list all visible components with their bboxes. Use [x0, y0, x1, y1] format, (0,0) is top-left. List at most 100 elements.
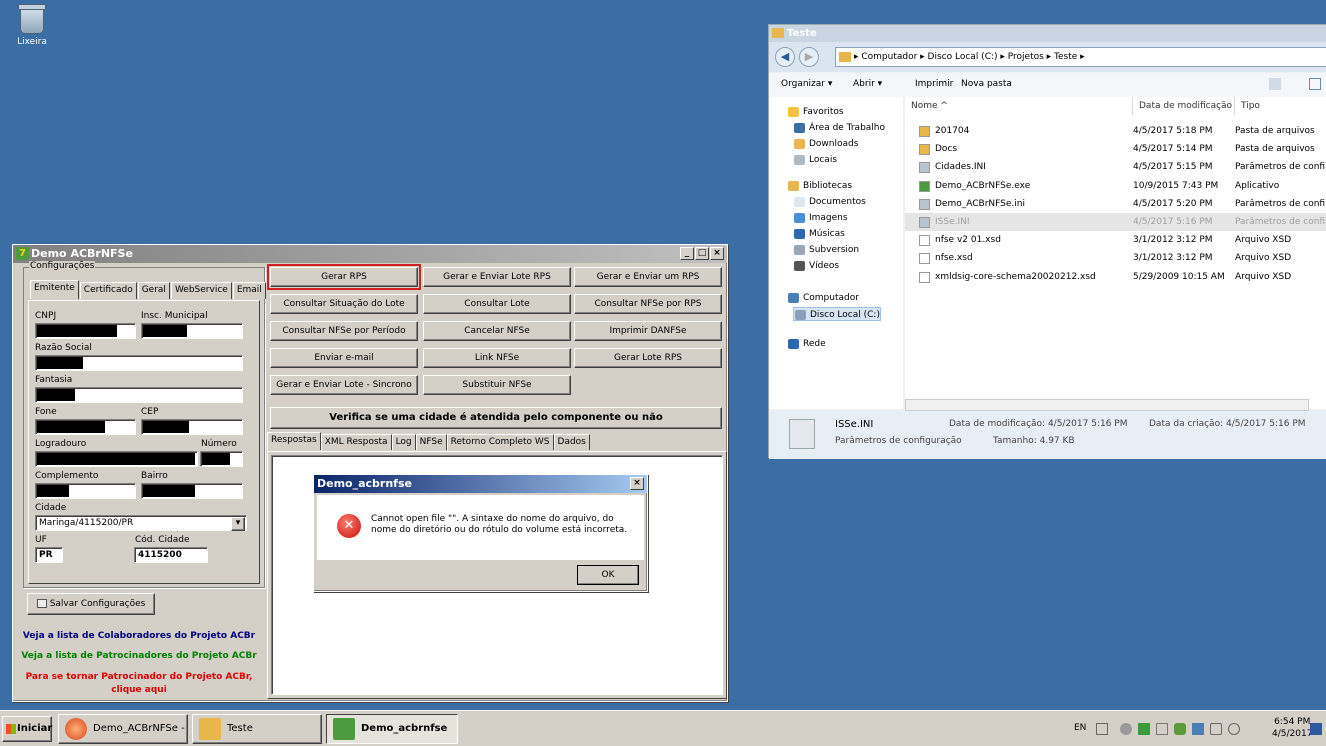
- forward-button[interactable]: ▶: [799, 47, 819, 67]
- keyboard-icon[interactable]: [1096, 723, 1108, 735]
- tab-email[interactable]: Email: [232, 282, 266, 299]
- column-header-name[interactable]: Nome ^: [905, 97, 1133, 115]
- tab-xml-resposta[interactable]: XML Resposta: [320, 434, 392, 450]
- file-row[interactable]: nfse v2 01.xsd 3/1/2012 3:12 PM Arquivo XS…: [905, 231, 1326, 249]
- complemento-field[interactable]: [35, 483, 136, 499]
- dialog-close-button[interactable]: ×: [630, 477, 644, 490]
- nav-item[interactable]: Favoritos: [787, 105, 844, 119]
- cod-cidade-field[interactable]: 4115200: [134, 547, 208, 563]
- consultar-situacao-button[interactable]: Consultar Situação do Lote: [270, 294, 418, 314]
- file-row[interactable]: xmldsig-core-schema20020212.xsd 5/29/2009…: [905, 268, 1326, 286]
- file-row[interactable]: Demo_ACBrNFSe.ini 4/5/2017 5:20 PM Parâmet…: [905, 195, 1326, 213]
- cnpj-field[interactable]: [35, 323, 136, 339]
- gerar-enviar-um-button[interactable]: Gerar e Enviar um RPS: [574, 267, 722, 287]
- file-row[interactable]: 201704 4/5/2017 5:18 PM Pasta de arquivos: [905, 122, 1326, 140]
- nav-item[interactable]: Músicas: [793, 227, 845, 241]
- tab-nfse[interactable]: NFSe: [415, 434, 447, 450]
- razao-field[interactable]: [35, 355, 243, 371]
- file-row[interactable]: Demo_ACBrNFSe.exe 10/9/2015 7:43 PM Aplica…: [905, 177, 1326, 195]
- nav-item[interactable]: Subversion: [793, 243, 859, 257]
- uf-field[interactable]: PR: [35, 547, 63, 563]
- patrocinadores-link[interactable]: Veja a lista de Patrocinadores do Projet…: [21, 651, 257, 661]
- fantasia-field[interactable]: [35, 387, 243, 403]
- ok-button[interactable]: OK: [577, 565, 639, 585]
- gerar-enviar-lote-button[interactable]: Gerar e Enviar Lote RPS: [423, 267, 571, 287]
- bairro-field[interactable]: [141, 483, 243, 499]
- horizontal-scrollbar[interactable]: [905, 399, 1309, 411]
- tab-certificado[interactable]: Certificado: [79, 282, 137, 299]
- tab-respostas[interactable]: Respostas: [267, 432, 321, 450]
- nav-item[interactable]: Rede: [787, 337, 826, 351]
- task-demo-acbrnfse[interactable]: Demo_ACBrNFSe - D...: [58, 714, 188, 744]
- clock[interactable]: 6:54 PM 4/5/2017: [1272, 716, 1312, 740]
- recycle-bin-icon[interactable]: Lixeira: [12, 4, 52, 47]
- file-row[interactable]: Cidades.INI 4/5/2017 5:15 PM Parâmetros de…: [905, 158, 1326, 176]
- nav-item[interactable]: Disco Local (C:): [793, 307, 881, 321]
- column-header-type[interactable]: Tipo: [1235, 97, 1326, 115]
- volume-icon[interactable]: [1228, 723, 1240, 735]
- view-icon[interactable]: [1269, 78, 1281, 90]
- cidade-combo[interactable]: Maringa/4115200/PR ▾: [35, 515, 247, 531]
- nav-item[interactable]: Computador: [787, 291, 859, 305]
- enviar-email-button[interactable]: Enviar e-mail: [270, 348, 418, 368]
- nav-item[interactable]: Documentos: [793, 195, 866, 209]
- back-button[interactable]: ◀: [775, 47, 795, 67]
- gerar-rps-button[interactable]: Gerar RPS: [267, 264, 421, 290]
- numero-field[interactable]: [200, 451, 243, 467]
- file-row[interactable]: Docs 4/5/2017 5:14 PM Pasta de arquivos: [905, 140, 1326, 158]
- tab-retorno-completo[interactable]: Retorno Completo WS: [446, 434, 554, 450]
- nav-item[interactable]: Bibliotecas: [787, 179, 852, 193]
- task-teste[interactable]: Teste: [192, 714, 322, 744]
- nav-item[interactable]: Vídeos: [793, 259, 839, 273]
- tornar-patrocinador-link[interactable]: Para se tornar Patrocinador do Projeto A…: [21, 671, 257, 697]
- file-row[interactable]: nfse.xsd 3/1/2012 3:12 PM Arquivo XSD: [905, 249, 1326, 267]
- nav-item[interactable]: Downloads: [793, 137, 858, 151]
- tab-webservice[interactable]: WebService: [170, 282, 232, 299]
- imprimir-button[interactable]: Imprimir: [915, 79, 953, 89]
- consultar-nfse-rps-button[interactable]: Consultar NFSe por RPS: [574, 294, 722, 314]
- file-row[interactable]: ISSe.INI 4/5/2017 5:16 PM Parâmetros de co…: [905, 213, 1326, 231]
- chevron-down-icon[interactable]: ▾: [231, 517, 245, 531]
- logradouro-field[interactable]: [35, 451, 198, 467]
- tab-dados[interactable]: Dados: [553, 434, 590, 450]
- fone-field[interactable]: [35, 419, 136, 435]
- task-demo-acbrnfse-dialog[interactable]: Demo_acbrnfse: [326, 714, 458, 744]
- tab-geral[interactable]: Geral: [137, 282, 170, 299]
- gerar-lote-rps-button[interactable]: Gerar Lote RPS: [574, 348, 722, 368]
- consultar-lote-button[interactable]: Consultar Lote: [423, 294, 571, 314]
- nova-pasta-button[interactable]: Nova pasta: [961, 79, 1012, 89]
- cep-field[interactable]: [141, 419, 243, 435]
- start-button[interactable]: Iniciar: [2, 716, 52, 742]
- device-icon[interactable]: [1174, 723, 1186, 735]
- substituir-nfse-button[interactable]: Substituir NFSe: [423, 375, 571, 395]
- explorer-titlebar[interactable]: Teste: [769, 25, 1326, 42]
- language-indicator[interactable]: EN: [1074, 723, 1086, 733]
- colaboradores-link[interactable]: Veja a lista de Colaboradores do Projeto…: [21, 631, 257, 641]
- show-desktop-icon[interactable]: [1310, 723, 1322, 735]
- flag-icon[interactable]: [1156, 723, 1168, 735]
- battery-icon[interactable]: [1210, 723, 1222, 735]
- update-icon[interactable]: [1138, 723, 1150, 735]
- dialog-titlebar[interactable]: Demo_acbrnfse ×: [314, 475, 647, 493]
- folder-icon: [199, 718, 221, 740]
- nav-item[interactable]: Imagens: [793, 211, 848, 225]
- save-config-button[interactable]: Salvar Configurações: [27, 593, 155, 615]
- preview-pane-icon[interactable]: [1309, 78, 1321, 90]
- consultar-periodo-button[interactable]: Consultar NFSe por Período: [270, 321, 418, 341]
- address-bar[interactable]: ▸ Computador ▸ Disco Local (C:) ▸ Projet…: [835, 47, 1326, 67]
- nav-item[interactable]: Área de Trabalho: [793, 121, 885, 135]
- tab-emitente[interactable]: Emitente: [30, 280, 79, 299]
- link-nfse-button[interactable]: Link NFSe: [423, 348, 571, 368]
- monitor-icon[interactable]: [1192, 723, 1204, 735]
- cancelar-nfse-button[interactable]: Cancelar NFSe: [423, 321, 571, 341]
- insc-field[interactable]: [141, 323, 243, 339]
- abrir-button[interactable]: Abrir ▾: [853, 79, 882, 89]
- imprimir-danfse-button[interactable]: Imprimir DANFSe: [574, 321, 722, 341]
- gerar-enviar-sincrono-button[interactable]: Gerar e Enviar Lote - Sincrono: [270, 375, 418, 395]
- nav-item[interactable]: Locais: [793, 153, 837, 167]
- column-header-date[interactable]: Data de modificação: [1133, 97, 1235, 115]
- verifica-cidade-button[interactable]: Verifica se uma cidade é atendida pelo c…: [270, 407, 722, 429]
- organizar-button[interactable]: Organizar ▾: [781, 79, 832, 89]
- network-icon[interactable]: [1120, 723, 1132, 735]
- tab-log[interactable]: Log: [391, 434, 416, 450]
